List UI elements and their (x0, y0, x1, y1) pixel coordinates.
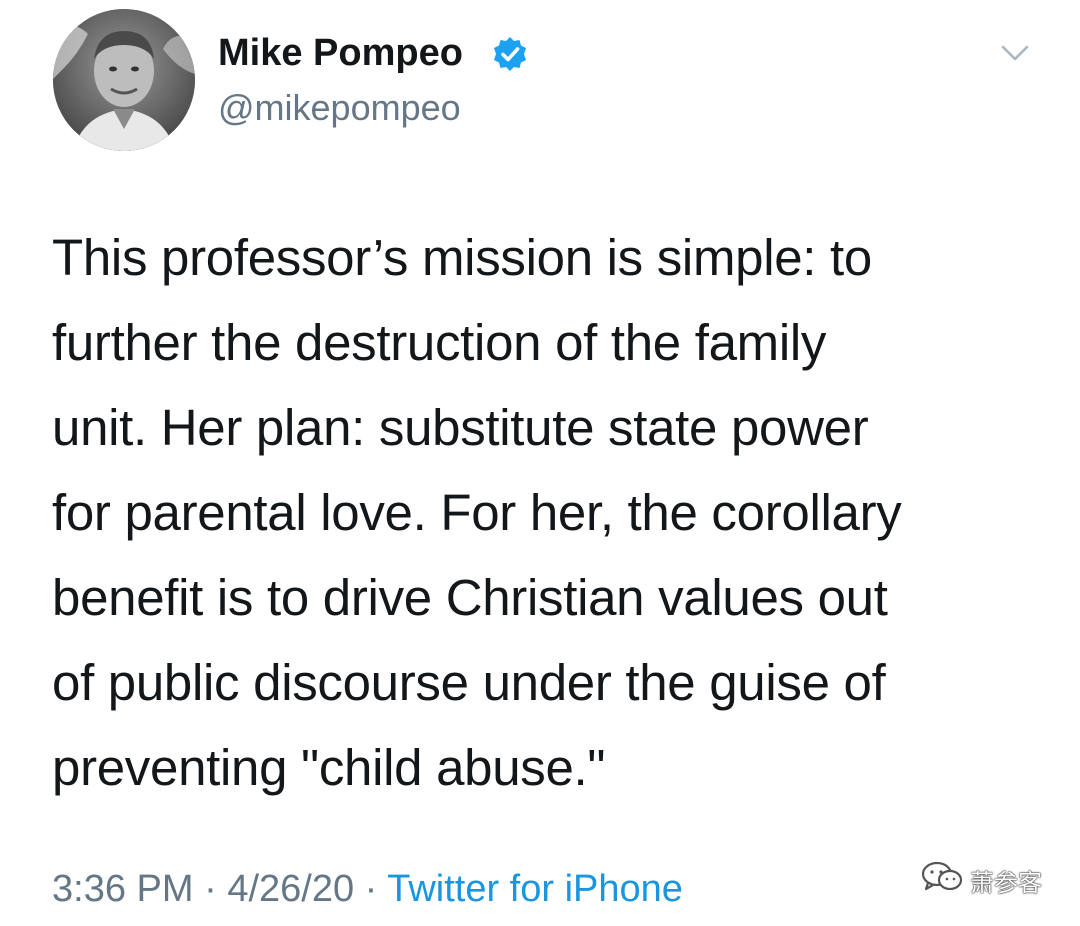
separator-dot: · (364, 868, 378, 910)
verified-badge-icon (492, 36, 528, 72)
tweet-text-line: This professor’s mission is simple: to (52, 229, 872, 286)
watermark-text: 萧参客 (970, 868, 1042, 897)
display-name[interactable]: Mike Pompeo (218, 30, 463, 76)
tweet-source-link[interactable]: Twitter for iPhone (387, 868, 683, 910)
tweet-text: This professor’s mission is simple: to f… (52, 215, 1042, 810)
watermark: 萧参客 (920, 861, 1050, 899)
tweet-metadata: 3:36 PM · 4/26/20 · Twitter for iPhone (52, 864, 683, 914)
tweet-date[interactable]: 4/26/20 (227, 868, 354, 910)
tweet-time[interactable]: 3:36 PM (52, 868, 194, 910)
tweet-text-line: unit. Her plan: substitute state power (52, 399, 869, 456)
tweet-text-line: of public discourse under the guise of (52, 654, 886, 711)
tweet-card: Mike Pompeo @mikepompeo This professor’s… (0, 0, 1080, 926)
chevron-down-icon[interactable] (1000, 42, 1030, 64)
separator-dot: · (204, 868, 217, 910)
tweet-text-line: for parental love. For her, the corollar… (52, 484, 902, 541)
tweet-text-line: further the destruction of the family (52, 314, 827, 371)
avatar[interactable] (53, 9, 195, 151)
wechat-icon (920, 861, 964, 899)
avatar-image (53, 9, 195, 151)
tweet-text-line: benefit is to drive Christian values out (52, 569, 888, 626)
tweet-text-line: preventing "child abuse." (52, 739, 606, 796)
user-handle[interactable]: @mikepompeo (218, 86, 461, 130)
